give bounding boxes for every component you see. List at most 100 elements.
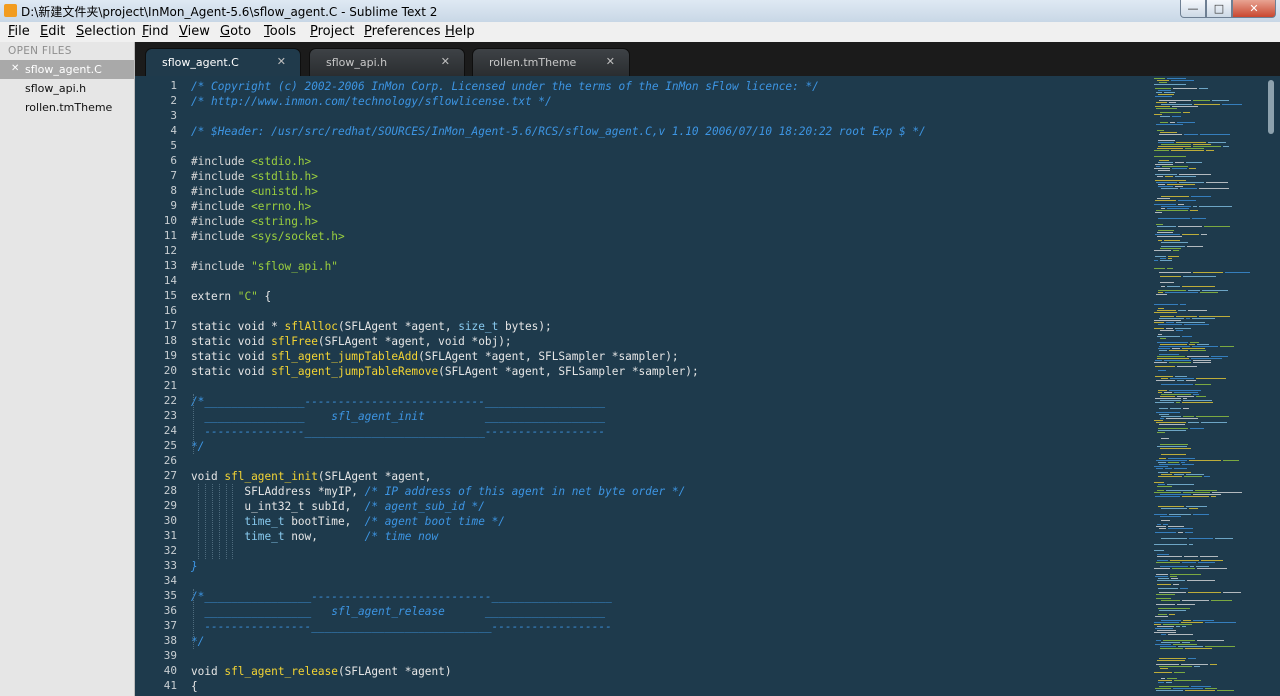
- menu-tools[interactable]: Tools: [264, 24, 296, 39]
- tab-close-icon[interactable]: ✕: [441, 55, 450, 68]
- minimap-line: [1175, 376, 1187, 377]
- menu-view[interactable]: View: [179, 24, 210, 39]
- minimap-line: [1175, 186, 1183, 187]
- minimap-line: [1155, 174, 1177, 175]
- maximize-button[interactable]: □: [1206, 0, 1232, 18]
- minimap-line: [1164, 360, 1191, 361]
- code-token: (SFLAgent *agent,: [317, 470, 432, 483]
- line-number: 15: [163, 289, 177, 302]
- minimap-line: [1156, 380, 1175, 381]
- minimap-line: [1188, 310, 1207, 311]
- minimap-line: [1156, 224, 1163, 225]
- minimap-line: [1160, 668, 1168, 669]
- scrollbar-thumb[interactable]: [1268, 80, 1274, 134]
- minimap-line: [1170, 408, 1181, 409]
- tab-close-icon[interactable]: ✕: [277, 55, 286, 68]
- menu-find[interactable]: Find: [142, 24, 169, 39]
- minimize-button[interactable]: —: [1180, 0, 1206, 18]
- minimap-line: [1156, 604, 1175, 605]
- code-token: #include: [191, 155, 252, 168]
- menu-help[interactable]: Help: [445, 24, 475, 39]
- minimap-line: [1159, 100, 1191, 101]
- tab-close-icon[interactable]: ✕: [606, 55, 615, 68]
- line-number: 21: [163, 379, 177, 392]
- minimap-line: [1197, 640, 1224, 641]
- code-token: "sflow_api.h": [251, 260, 338, 273]
- close-file-icon[interactable]: ✕: [11, 63, 19, 74]
- line-number: 26: [163, 454, 177, 467]
- minimap-line: [1156, 182, 1177, 183]
- code-line: SFLAddress *myIP, /* IP address of this …: [191, 484, 685, 499]
- code-line: u_int32_t subId, /* agent_sub_id */: [191, 499, 484, 514]
- menu-file[interactable]: File: [8, 24, 30, 39]
- minimap-line: [1166, 418, 1198, 419]
- tab-sflow-agent[interactable]: sflow_agent.C ✕: [145, 48, 301, 76]
- tab-sflow-api[interactable]: sflow_api.h ✕: [309, 48, 465, 76]
- minimap-line: [1177, 604, 1195, 605]
- minimap-line: [1154, 466, 1168, 467]
- vertical-scrollbar[interactable]: [1266, 80, 1276, 696]
- code-token: bytes);: [498, 320, 552, 333]
- minimap-line: [1169, 102, 1176, 103]
- minimap-line: [1158, 614, 1167, 615]
- code-line: static void sfl_agent_jumpTableAdd(SFLAg…: [191, 349, 679, 364]
- minimap-line: [1165, 292, 1198, 293]
- minimap[interactable]: [1150, 76, 1264, 696]
- line-number: 19: [163, 349, 177, 362]
- minimap-line: [1154, 322, 1164, 323]
- indent-guide: [225, 484, 227, 559]
- minimap-line: [1161, 384, 1193, 385]
- minimap-line: [1173, 644, 1197, 645]
- sidebar-file-sflow-api[interactable]: sflow_api.h: [0, 79, 134, 98]
- sidebar-file-label: sflow_agent.C: [25, 63, 102, 76]
- minimap-line: [1161, 474, 1172, 475]
- minimap-line: [1157, 226, 1176, 227]
- minimap-line: [1205, 622, 1236, 623]
- code-area[interactable]: /* Copyright (c) 2002-2006 InMon Corp. L…: [191, 76, 1141, 696]
- code-token: static void: [191, 365, 272, 378]
- minimap-line: [1179, 182, 1204, 183]
- minimap-line: [1156, 664, 1179, 665]
- line-number: 36: [163, 604, 177, 617]
- sidebar-file-rollen-theme[interactable]: rollen.tmTheme: [0, 98, 134, 117]
- minimap-line: [1161, 416, 1181, 417]
- minimap-line: [1159, 592, 1186, 593]
- code-token: static void: [191, 335, 272, 348]
- menu-preferences[interactable]: Preferences: [364, 24, 440, 39]
- minimap-line: [1176, 316, 1197, 317]
- minimap-line: [1154, 150, 1169, 151]
- minimap-line: [1205, 646, 1235, 647]
- menu-selection[interactable]: Selection: [76, 24, 136, 39]
- sidebar-file-sflow-agent[interactable]: ✕ sflow_agent.C: [0, 60, 134, 79]
- menu-goto[interactable]: Goto: [220, 24, 251, 39]
- code-token: /*________________----------------------…: [191, 590, 612, 603]
- code-token: {: [257, 290, 272, 303]
- close-button[interactable]: ✕: [1232, 0, 1276, 18]
- code-editor[interactable]: 1 2 3 4 5 6 7 8 9 10 11 12 13 14 15 16 17 18 19 20 21 22 23 24 2…: [135, 76, 1280, 696]
- line-number: 33: [163, 559, 177, 572]
- minimap-line: [1158, 390, 1167, 391]
- minimap-line: [1177, 122, 1195, 123]
- minimap-line: [1159, 424, 1185, 425]
- minimap-line: [1215, 538, 1233, 539]
- minimap-line: [1156, 210, 1188, 211]
- menu-edit[interactable]: Edit: [40, 24, 65, 39]
- minimap-line: [1169, 362, 1191, 363]
- minimap-line: [1168, 256, 1179, 257]
- minimap-line: [1154, 362, 1167, 363]
- code-token: (SFLAgent *agent,: [337, 320, 459, 333]
- menu-project[interactable]: Project: [310, 24, 355, 39]
- code-token: bootTime,: [284, 515, 365, 528]
- minimap-line: [1193, 100, 1210, 101]
- minimap-line: [1160, 418, 1164, 419]
- code-token: void: [191, 470, 225, 483]
- code-line: #include <sys/socket.h>: [191, 229, 345, 244]
- minimap-line: [1172, 106, 1198, 107]
- minimap-line: [1183, 398, 1187, 399]
- minimap-line: [1165, 176, 1173, 177]
- minimap-line: [1171, 150, 1204, 151]
- minimap-line: [1158, 484, 1165, 485]
- tab-rollen-theme[interactable]: rollen.tmTheme ✕: [472, 48, 630, 76]
- code-line: time_t now, /* time now: [191, 529, 438, 544]
- minimap-line: [1155, 376, 1173, 377]
